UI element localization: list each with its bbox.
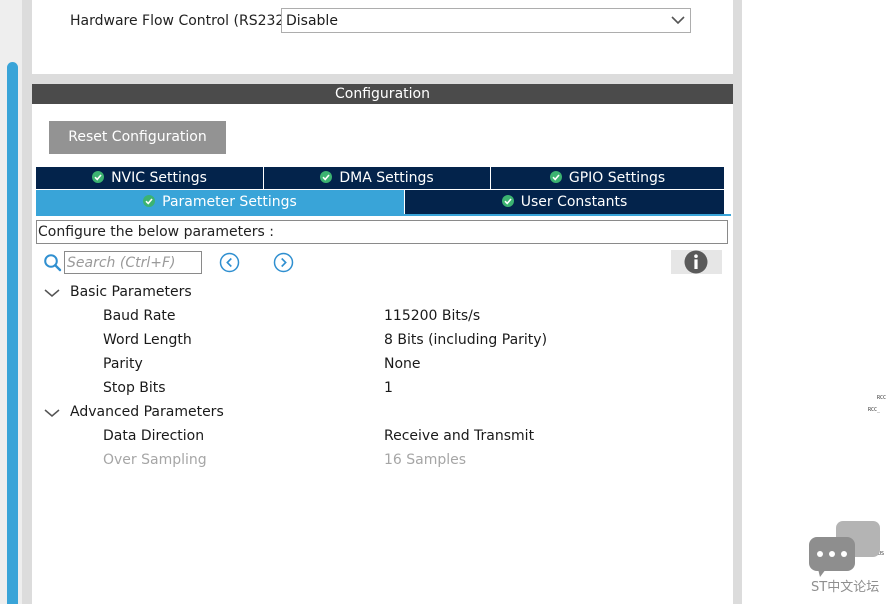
param-word-length-label[interactable]: Word Length bbox=[103, 331, 192, 349]
previous-result-icon[interactable] bbox=[219, 252, 240, 273]
tab-underline bbox=[36, 214, 731, 216]
info-icon bbox=[684, 250, 708, 274]
search-icon[interactable] bbox=[43, 253, 62, 272]
chat-bubbles-icon bbox=[809, 521, 880, 577]
info-button[interactable] bbox=[671, 250, 722, 274]
tab-gpio-settings[interactable]: GPIO Settings bbox=[491, 167, 724, 189]
param-stop-bits-value[interactable]: 1 bbox=[384, 379, 393, 397]
tab-label: NVIC Settings bbox=[111, 170, 207, 186]
check-icon bbox=[143, 195, 156, 207]
tab-user-constants[interactable]: User Constants bbox=[405, 190, 724, 214]
param-over-sampling-value: 16 Samples bbox=[384, 452, 467, 468]
tab-parameter-settings[interactable]: Parameter Settings bbox=[36, 190, 404, 214]
check-icon bbox=[549, 171, 562, 183]
panel-border bbox=[22, 0, 32, 604]
configure-description: Configure the below parameters : bbox=[36, 220, 728, 244]
check-icon bbox=[320, 171, 333, 183]
chevron-down-icon bbox=[671, 16, 685, 25]
pin-label: RCC bbox=[877, 395, 887, 401]
hardware-flow-label: Hardware Flow Control (RS232) bbox=[70, 13, 290, 29]
param-baud-rate-label[interactable]: Baud Rate bbox=[103, 307, 176, 325]
param-data-direction-label[interactable]: Data Direction bbox=[103, 427, 204, 445]
tab-nvic-settings[interactable]: NVIC Settings bbox=[36, 167, 263, 189]
tab-dma-settings[interactable]: DMA Settings bbox=[264, 167, 490, 189]
advanced-parameters-group[interactable]: Advanced Parameters bbox=[70, 403, 224, 421]
param-over-sampling-label: Over Sampling bbox=[103, 452, 207, 468]
reset-configuration-button[interactable]: Reset Configuration bbox=[49, 121, 226, 154]
configuration-header: Configuration bbox=[32, 84, 733, 104]
pin-label: RCC_ bbox=[868, 407, 881, 413]
basic-parameters-group[interactable]: Basic Parameters bbox=[70, 283, 192, 301]
hardware-flow-select[interactable]: Disable bbox=[281, 8, 691, 33]
vertical-scrollbar[interactable] bbox=[0, 0, 22, 604]
tab-label: DMA Settings bbox=[339, 170, 434, 186]
param-parity-value[interactable]: None bbox=[384, 355, 421, 373]
param-word-length-value[interactable]: 8 Bits (including Parity) bbox=[384, 331, 547, 349]
tab-label: GPIO Settings bbox=[568, 170, 666, 186]
param-data-direction-value[interactable]: Receive and Transmit bbox=[384, 427, 534, 445]
chevron-down-icon[interactable] bbox=[44, 408, 60, 418]
next-result-icon[interactable] bbox=[273, 252, 294, 273]
panel-separator bbox=[32, 74, 733, 84]
param-baud-rate-value[interactable]: 115200 Bits/s bbox=[384, 307, 480, 325]
search-input[interactable] bbox=[64, 251, 202, 274]
hardware-flow-value: Disable bbox=[286, 13, 338, 29]
panel-border bbox=[733, 0, 742, 604]
tab-label: User Constants bbox=[520, 194, 628, 210]
param-parity-label[interactable]: Parity bbox=[103, 355, 143, 373]
check-icon bbox=[92, 171, 105, 183]
param-stop-bits-label[interactable]: Stop Bits bbox=[103, 379, 166, 397]
chevron-down-icon[interactable] bbox=[44, 288, 60, 298]
watermark-text: ST中文论坛 bbox=[811, 580, 880, 595]
tab-label: Parameter Settings bbox=[162, 194, 297, 210]
scrollbar-thumb[interactable] bbox=[7, 62, 18, 604]
check-icon bbox=[501, 195, 514, 207]
